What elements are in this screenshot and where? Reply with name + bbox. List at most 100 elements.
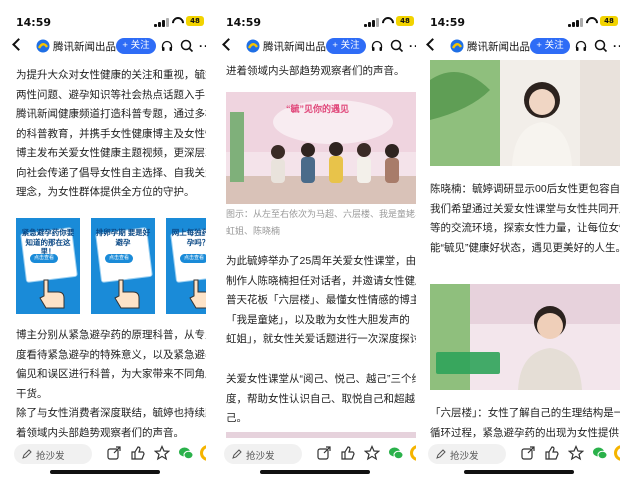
screen-3: 14:59 48 腾讯新闻出品 + 关注 ·· 陈晓楠：毓婷调研显示00后女性更…: [420, 0, 620, 482]
screen-1: 14:59 48 腾讯新闻出品 + 关注 ·· 为提升大众对女性健康的关注和重视…: [6, 0, 206, 482]
comment-placeholder: 抢沙发: [246, 451, 275, 462]
home-indicator: [260, 470, 370, 474]
comment-input[interactable]: 抢沙发: [428, 444, 506, 464]
bottom-toolbar: 抢沙发: [6, 438, 206, 482]
signal-icon: [154, 18, 170, 27]
tencent-logo-icon: [246, 39, 260, 53]
bottom-toolbar: 抢沙发: [216, 438, 416, 482]
headphones-icon[interactable]: [161, 40, 173, 52]
pointing-hand-icon: [114, 279, 140, 309]
wechat-icon[interactable]: [592, 445, 608, 461]
search-icon[interactable]: [594, 39, 608, 53]
article-paragraph: 「六层楼」：女性了解自己的生理结构是一个循环过程，紧急避孕药的出现为女性提供了: [430, 407, 620, 438]
status-time: 14:59: [430, 16, 466, 29]
wifi-icon: [172, 15, 184, 27]
pen-icon: [22, 449, 32, 459]
headphones-icon[interactable]: [371, 40, 383, 52]
tencent-logo-icon: [36, 39, 50, 53]
article-header: 腾讯新闻出品 + 关注 ··: [6, 36, 206, 58]
bottom-toolbar: 抢沙发: [420, 438, 620, 482]
pen-icon: [436, 449, 446, 459]
star-icon[interactable]: [568, 445, 584, 461]
card-title: 紧急避孕药你要知道的那在这里！: [21, 228, 75, 256]
pen-icon: [232, 449, 242, 459]
card-title: 排卵孕期 要是好避孕: [95, 228, 151, 247]
speaker-photo[interactable]: [430, 60, 620, 166]
source-name[interactable]: 腾讯新闻出品: [467, 39, 530, 54]
screen-2: 14:59 48 腾讯新闻出品 + 关注 ·· 进着领域内头部趋势观察者们的声音…: [216, 0, 416, 482]
article-paragraph: 陈晓楠：毓婷调研显示00后女性更包容自主，我们希望通过关爱女性课堂与女性共同开启…: [430, 183, 620, 254]
article-paragraph: 关爱女性课堂从“阅己、悦己、越己”三个维度，帮助女性认识自己、取悦自己和超越自己…: [226, 373, 416, 424]
signal-icon: [364, 18, 380, 27]
share-icon[interactable]: [106, 445, 122, 461]
battery-icon: 48: [396, 16, 414, 26]
follow-button[interactable]: + 关注: [116, 38, 156, 54]
back-icon[interactable]: [12, 38, 25, 51]
home-indicator: [50, 470, 160, 474]
article-paragraph: 博主分别从紧急避孕药的原理科普，从专业角度看待紧急避孕的特殊意义，以及紧急避孕的…: [16, 329, 206, 400]
comment-input[interactable]: 抢沙发: [14, 444, 92, 464]
share-icon[interactable]: [316, 445, 332, 461]
share-icon[interactable]: [520, 445, 536, 461]
comment-placeholder: 抢沙发: [36, 451, 65, 462]
follow-button[interactable]: + 关注: [326, 38, 366, 54]
like-icon[interactable]: [544, 445, 560, 461]
card-button[interactable]: 点击查看: [180, 254, 206, 263]
battery-icon: 48: [600, 16, 618, 26]
moments-icon[interactable]: [614, 445, 620, 461]
comment-input[interactable]: 抢沙发: [224, 444, 302, 464]
more-icon[interactable]: ··: [409, 39, 416, 53]
like-icon[interactable]: [340, 445, 356, 461]
article-paragraph: 进着领域内头部趋势观察者们的声音。: [226, 65, 405, 77]
stage-title: “毓”见你的遇见: [286, 104, 350, 114]
search-icon[interactable]: [390, 39, 404, 53]
back-icon[interactable]: [222, 38, 235, 51]
card-button[interactable]: 点击查看: [105, 254, 133, 263]
article-paragraph: 为此毓婷举办了25周年关爱女性课堂，由著名制作人陈晓楠担任对话者，并邀请女性健康…: [226, 255, 416, 345]
photo-caption: 图示：从左至右依次为马超、六层楼、我是童姥、彩虹姐、陈晓楠: [226, 209, 416, 236]
source-name[interactable]: 腾讯新闻出品: [53, 39, 116, 54]
article-header: 腾讯新闻出品 + 关注 ··: [420, 36, 620, 58]
star-icon[interactable]: [154, 445, 170, 461]
source-name[interactable]: 腾讯新闻出品: [263, 39, 326, 54]
moments-icon[interactable]: [410, 445, 416, 461]
comment-placeholder: 抢沙发: [450, 451, 479, 462]
search-icon[interactable]: [180, 39, 194, 53]
status-bar: 14:59 48: [6, 0, 206, 36]
pointing-hand-icon: [189, 279, 206, 309]
moments-icon[interactable]: [200, 445, 206, 461]
wifi-icon: [586, 15, 598, 27]
science-card-row: 紧急避孕药你要知道的那在这里！ 点击查看 排卵孕期 要是好避孕 点击查看 网上每…: [16, 218, 206, 314]
science-card[interactable]: 紧急避孕药你要知道的那在这里！ 点击查看: [16, 218, 80, 314]
more-icon[interactable]: ··: [199, 39, 206, 53]
science-card[interactable]: 排卵孕期 要是好避孕 点击查看: [91, 218, 155, 314]
speaker-photo[interactable]: [430, 284, 620, 390]
article-body: 陈晓楠：毓婷调研显示00后女性更包容自主，我们希望通过关爱女性课堂与女性共同开启…: [420, 60, 620, 438]
back-icon[interactable]: [426, 38, 439, 51]
follow-button[interactable]: + 关注: [530, 38, 570, 54]
wifi-icon: [382, 15, 394, 27]
article-header: 腾讯新闻出品 + 关注 ··: [216, 36, 416, 58]
article-body: 进着领域内头部趋势观察者们的声音。 “毓”见你的遇见 图示：从左至右依次为马超、…: [216, 60, 416, 438]
like-icon[interactable]: [130, 445, 146, 461]
science-card[interactable]: 网上每独药能避孕吗？ 点击查看: [166, 218, 206, 314]
battery-icon: 48: [186, 16, 204, 26]
article-paragraph: 为提升大众对女性健康的关注和重视，毓婷从两性问题、避孕知识等社会热点话题入手，在…: [16, 69, 206, 198]
wechat-icon[interactable]: [388, 445, 404, 461]
more-icon[interactable]: ··: [613, 39, 620, 53]
article-body: 为提升大众对女性健康的关注和重视，毓婷从两性问题、避孕知识等社会热点话题入手，在…: [6, 60, 206, 438]
status-bar: 14:59 48: [420, 0, 620, 36]
card-title: 网上每独药能避孕吗？: [171, 228, 206, 247]
wechat-icon[interactable]: [178, 445, 194, 461]
signal-icon: [568, 18, 584, 27]
home-indicator: [464, 470, 574, 474]
card-button[interactable]: 点击查看: [30, 254, 58, 263]
pointing-hand-icon: [39, 279, 65, 309]
article-paragraph: 除了与女性消费者深度联结，毓婷也持续跟进着领域内头部趋势观察者们的声音。: [16, 407, 206, 438]
event-photo[interactable]: “毓”见你的遇见: [226, 92, 416, 204]
status-bar: 14:59 48: [216, 0, 416, 36]
status-time: 14:59: [16, 16, 52, 29]
star-icon[interactable]: [364, 445, 380, 461]
status-time: 14:59: [226, 16, 262, 29]
headphones-icon[interactable]: [575, 40, 587, 52]
